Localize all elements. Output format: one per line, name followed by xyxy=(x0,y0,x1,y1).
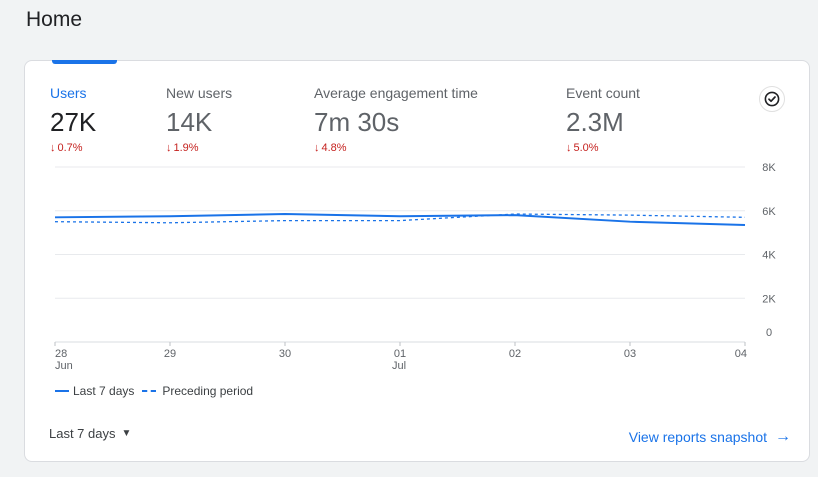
x-tick-sublabel: Jul xyxy=(392,360,406,372)
page-title: Home xyxy=(26,8,83,31)
overview-card: Users 27K ↓ 0.7% New users 14K ↓ 1.9% Aver… xyxy=(24,60,810,462)
x-tick-label: 01 xyxy=(394,348,406,360)
legend-label: Preceding period xyxy=(162,384,254,398)
x-tick-label: 28 xyxy=(55,348,67,360)
caret-down-icon: ▼ xyxy=(121,428,132,439)
x-tick-label: 02 xyxy=(509,348,521,360)
y-tick-label: 4K xyxy=(762,250,776,262)
x-tick-label: 30 xyxy=(279,348,291,360)
chart-legend: Last 7 days Preceding period xyxy=(55,384,261,398)
x-tick-label: 29 xyxy=(164,348,176,360)
legend-label: Last 7 days xyxy=(73,384,135,398)
x-tick-label: 04 xyxy=(735,348,747,360)
x-tick-label: 03 xyxy=(624,348,636,360)
users-line-chart: 8K 6K 4K 2K 0 28Jun 29 30 01Jul 02 03 04 xyxy=(54,162,776,372)
y-tick-label: 2K xyxy=(762,293,776,305)
legend-swatch-dashed xyxy=(142,390,157,392)
x-tick-sublabel: Jun xyxy=(55,360,73,372)
date-range-select[interactable]: Last 7 days ▼ xyxy=(49,426,131,441)
arrow-right-icon: → xyxy=(775,428,791,445)
y-tick-label: 0 xyxy=(766,327,772,339)
legend-item-current: Last 7 days xyxy=(55,384,134,398)
snapshot-link-label: View reports snapshot xyxy=(628,429,767,445)
view-reports-snapshot-link[interactable]: View reports snapshot → xyxy=(629,428,791,446)
y-tick-label: 6K xyxy=(762,206,776,218)
y-tick-label: 8K xyxy=(762,162,776,174)
legend-item-previous: Preceding period xyxy=(142,384,253,398)
series-line-last-7-days xyxy=(54,213,746,226)
legend-swatch-solid xyxy=(55,390,69,392)
date-range-label: Last 7 days xyxy=(49,426,116,441)
